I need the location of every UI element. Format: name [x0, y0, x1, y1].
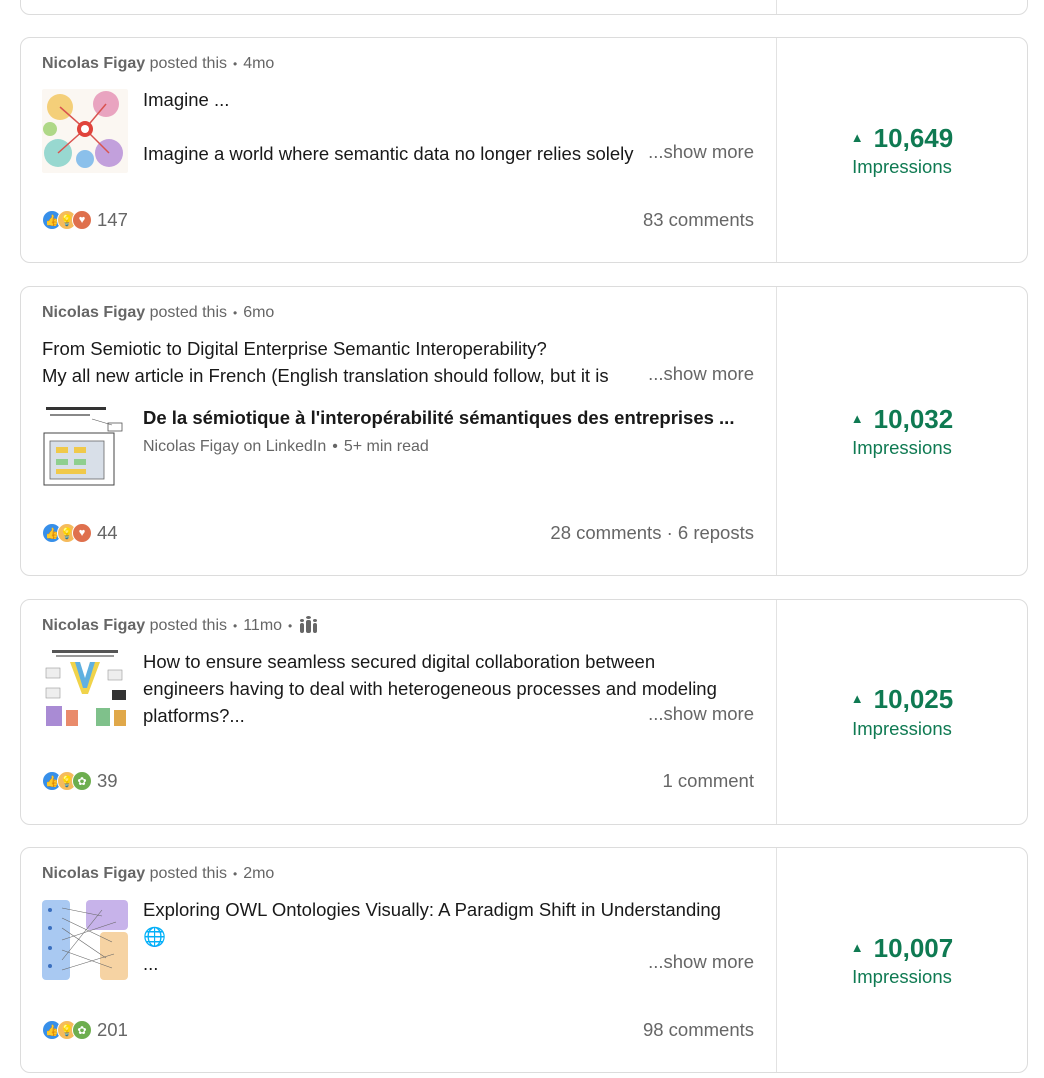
impressions-label[interactable]: Impressions [777, 966, 1027, 988]
post-text-line: platforms?... [143, 705, 245, 726]
reaction-count: 201 [97, 1019, 128, 1040]
post-time: 6mo [243, 304, 275, 321]
impressions-panel: ▲ 10,025 Impressions [777, 600, 1027, 824]
show-more-link[interactable]: ...show more [644, 141, 754, 163]
post-text-line: From Semiotic to Digital Enterprise Sema… [42, 338, 547, 359]
post-action: posted this [149, 304, 227, 321]
comments-count[interactable]: 1 comment [662, 770, 754, 792]
trend-up-icon: ▲ [850, 939, 864, 955]
comments-count[interactable]: 98 comments [643, 1019, 754, 1041]
trend-up-icon: ▲ [850, 690, 864, 706]
impressions-panel: ▲ 10,007 Impressions [777, 848, 1027, 1072]
post-action: posted this [149, 617, 227, 634]
post-meta: Nicolas Figay posted this • 11mo • [42, 616, 318, 635]
author-name[interactable]: Nicolas Figay [42, 617, 145, 635]
author-name[interactable]: Nicolas Figay [42, 304, 145, 322]
comments-reposts-count[interactable]: 28 comments · 6 reposts [550, 522, 754, 544]
post-time: 2mo [243, 865, 275, 882]
reactions[interactable]: 👍 💡 ✿ 201 [42, 1019, 128, 1041]
impressions-label[interactable]: Impressions [777, 156, 1027, 178]
trend-up-icon: ▲ [850, 129, 864, 145]
support-reaction-icon: ✿ [72, 771, 92, 791]
article-thumbnail[interactable] [42, 403, 128, 491]
impressions-panel: ▲ 10,032 Impressions [777, 287, 1027, 575]
post-card[interactable]: Nicolas Figay posted this • 4mo Imagine ..… [20, 37, 1028, 263]
impressions-value: ▲ 10,649 [850, 123, 954, 153]
post-card-partial [20, 0, 1028, 15]
reactions[interactable]: 👍 💡 ✿ 39 [42, 770, 118, 792]
impressions-label[interactable]: Impressions [777, 437, 1027, 459]
support-reaction-icon: ✿ [72, 1020, 92, 1040]
love-reaction-icon: ♥ [72, 210, 92, 230]
show-more-link[interactable]: ...show more [644, 951, 754, 973]
author-name[interactable]: Nicolas Figay [42, 865, 145, 883]
post-text-line: How to ensure seamless secured digital c… [143, 651, 656, 672]
post-meta: Nicolas Figay posted this • 2mo [42, 865, 275, 883]
show-more-link[interactable]: ...show more [644, 363, 754, 385]
comments-count[interactable]: 83 comments [643, 209, 754, 231]
article-title[interactable]: De la sémiotique à l'interopérabilité sé… [143, 407, 734, 429]
post-card[interactable]: Nicolas Figay posted this • 2mo Explorin… [20, 847, 1028, 1073]
show-more-link[interactable]: ...show more [644, 703, 754, 725]
impressions-label[interactable]: Impressions [777, 718, 1027, 740]
post-action: posted this [149, 865, 227, 882]
post-text-line: Imagine a world where semantic data no l… [143, 143, 634, 164]
post-meta: Nicolas Figay posted this • 6mo [42, 304, 275, 322]
post-thumbnail-diagram[interactable] [42, 648, 128, 732]
reactions[interactable]: 👍 💡 ♥ 147 [42, 209, 128, 231]
impressions-value: ▲ 10,032 [850, 404, 954, 434]
post-text-line: engineers having to deal with heterogene… [143, 678, 717, 699]
post-card[interactable]: Nicolas Figay posted this • 11mo • How t… [20, 599, 1028, 825]
reaction-count: 39 [97, 770, 118, 791]
impressions-value: ▲ 10,025 [850, 684, 954, 714]
author-name[interactable]: Nicolas Figay [42, 55, 145, 73]
post-action: posted this [149, 55, 227, 72]
trend-up-icon: ▲ [850, 410, 864, 426]
post-content[interactable]: Nicolas Figay posted this • 2mo Explorin… [21, 848, 777, 1072]
post-content[interactable]: Nicolas Figay posted this • 11mo • How t… [21, 600, 777, 824]
post-time: 4mo [243, 55, 275, 72]
post-text-line: Imagine ... [143, 89, 230, 110]
reactions[interactable]: 👍 💡 ♥ 44 [42, 522, 118, 544]
article-subtitle: Nicolas Figay on LinkedIn • 5+ min read [143, 438, 429, 455]
group-visibility-icon [300, 616, 318, 634]
reaction-count: 44 [97, 522, 118, 543]
post-content[interactable]: Nicolas Figay posted this • 6mo From Semio… [21, 287, 777, 575]
post-content[interactable]: Nicolas Figay posted this • 4mo Imagine ..… [21, 38, 777, 262]
post-meta: Nicolas Figay posted this • 4mo [42, 55, 275, 73]
impressions-panel: ▲ 10,649 Impressions [777, 38, 1027, 262]
reaction-count: 147 [97, 209, 128, 230]
post-text-line: Exploring OWL Ontologies Visually: A Par… [143, 899, 721, 920]
post-text-line: ... [143, 953, 159, 974]
impressions-value: ▲ 10,007 [850, 933, 954, 963]
post-text-line: My all new article in French (English tr… [42, 365, 609, 386]
post-time: 11mo [243, 617, 283, 634]
love-reaction-icon: ♥ [72, 523, 92, 543]
post-thumbnail-ontology[interactable] [42, 898, 128, 982]
post-card[interactable]: Nicolas Figay posted this • 6mo From Semio… [20, 286, 1028, 576]
post-thumbnail-mindmap[interactable] [42, 89, 128, 173]
globe-emoji: 🌐 [143, 926, 167, 947]
